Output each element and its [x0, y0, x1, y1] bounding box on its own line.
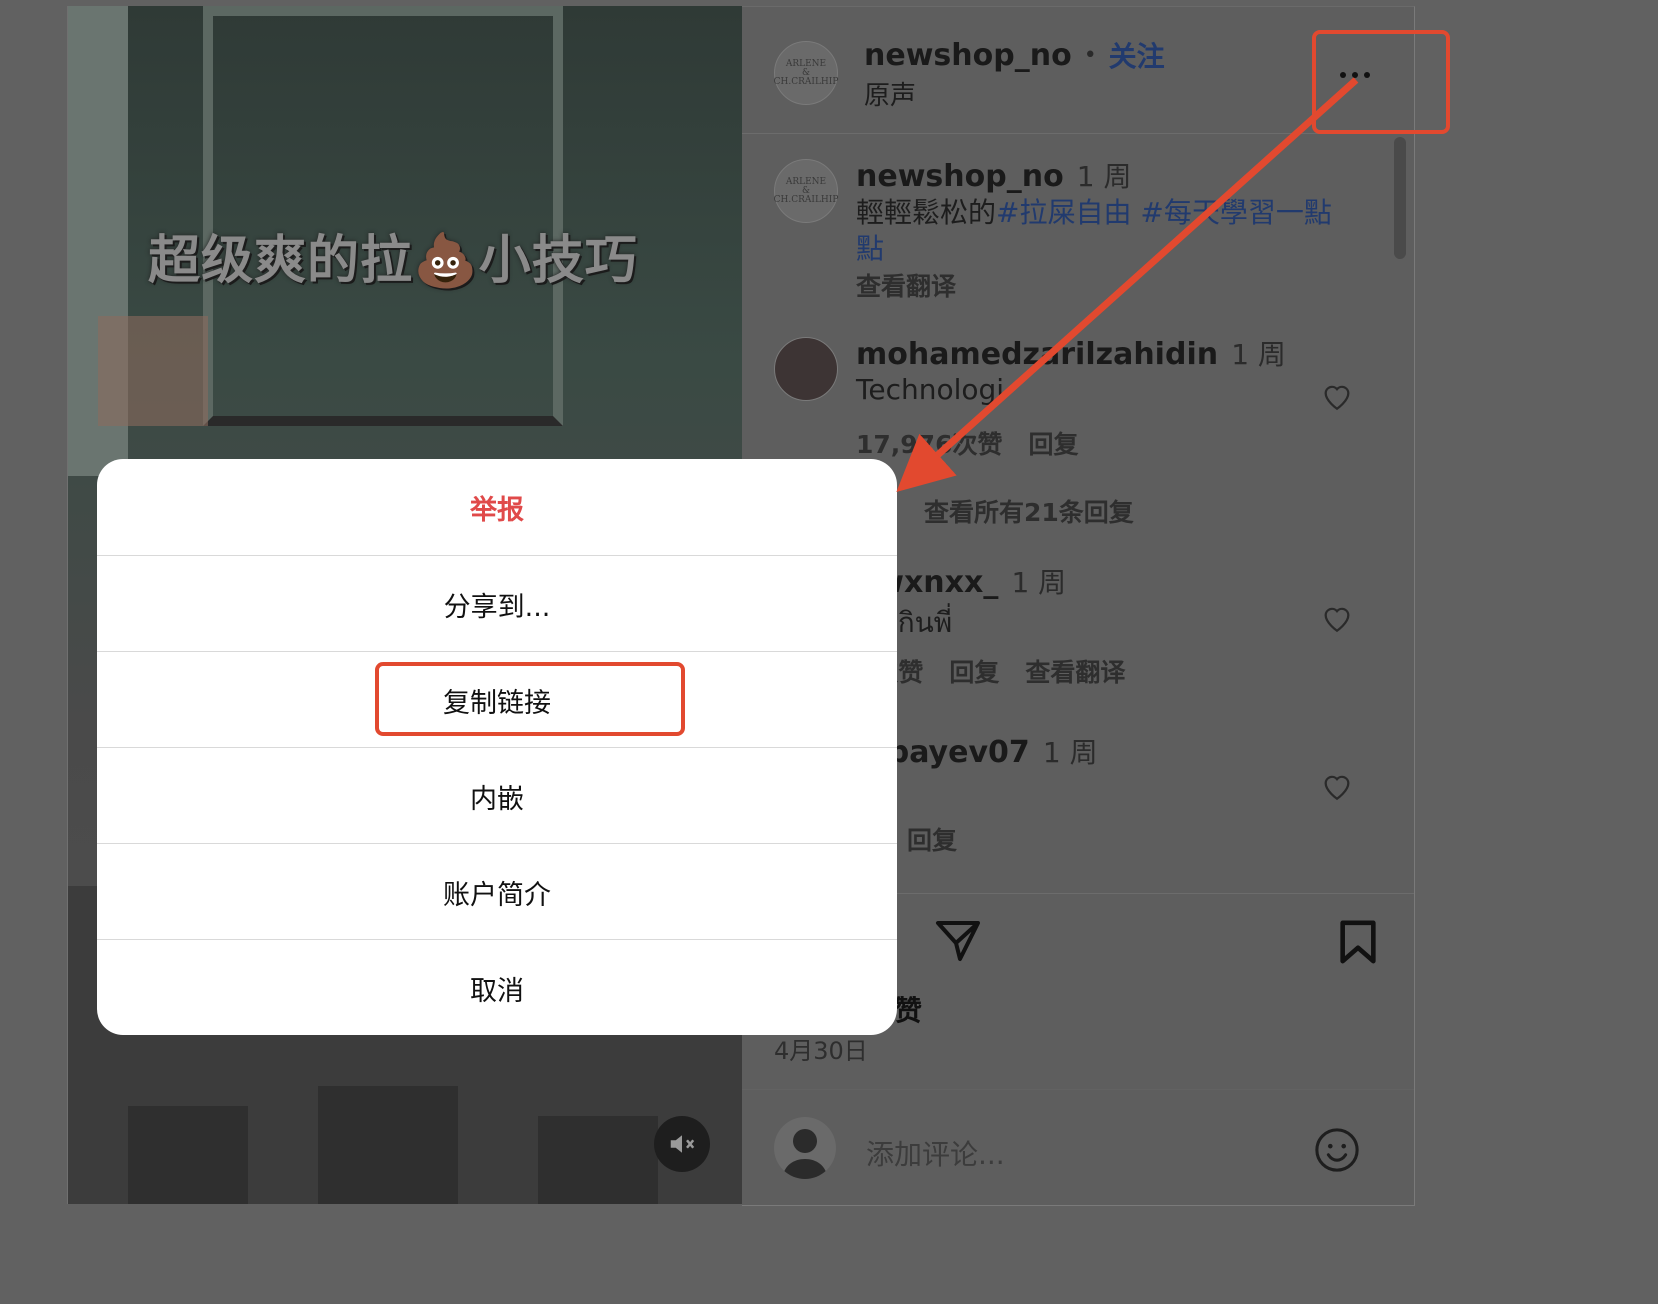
floor-tile [538, 1116, 658, 1204]
avatar[interactable]: ARLENE & CH.CRAILHIP [774, 159, 838, 223]
likes-count[interactable]: 赞 [894, 989, 922, 1029]
floor-tile [128, 1106, 248, 1204]
send-icon[interactable] [934, 919, 982, 963]
caption-text: 輕輕鬆松的#拉屎自由 #每天學習一點 點 [856, 195, 1376, 267]
comment-translate[interactable]: 查看翻译 [1025, 653, 1125, 689]
view-replies[interactable]: 查看所有21条回复 [924, 493, 1134, 529]
cancel-button[interactable]: 取消 [97, 939, 897, 1035]
heart-icon[interactable] [1320, 379, 1354, 413]
header-username[interactable]: newshop_no [864, 38, 1072, 73]
comment-header: mohamedzarilzahidin 1 周 [856, 333, 1286, 373]
header-divider [742, 133, 1414, 134]
comment-time: 1 周 [1011, 566, 1067, 599]
caption-header: newshop_no 1 周 [856, 155, 1132, 195]
heart-icon[interactable] [1320, 601, 1354, 635]
audio-label[interactable]: 原声 [864, 75, 916, 112]
caption-hashtags-cont[interactable]: 點 [856, 232, 884, 265]
emoji-icon[interactable] [1314, 1127, 1360, 1173]
mute-button[interactable] [654, 1116, 710, 1172]
comment-username[interactable]: mohamedzarilzahidin [856, 337, 1218, 372]
bookmark-icon[interactable] [1338, 919, 1378, 965]
separator-dot: • [1083, 42, 1097, 68]
reply-button[interactable]: 回复 [1028, 425, 1078, 461]
comment-time: 1 周 [1042, 736, 1098, 769]
video-caption-overlay: 超级爽的拉💩小技巧 [148, 231, 638, 291]
embed-button[interactable]: 内嵌 [97, 747, 897, 844]
speaker-muted-icon [670, 1135, 695, 1153]
avatar[interactable]: ARLENE & CH.CRAILHIP [774, 41, 838, 105]
heart-icon[interactable] [1320, 769, 1354, 803]
post-header: newshop_no • 关注 [864, 35, 1165, 75]
caption-time: 1 周 [1076, 160, 1132, 193]
share-to-button[interactable]: 分享到... [97, 555, 897, 652]
user-avatar-icon [782, 1129, 828, 1179]
post-date: 4月30日 [774, 1037, 868, 1065]
tissue-box [98, 316, 208, 426]
annotation-box-more [1312, 30, 1450, 134]
account-info-button[interactable]: 账户简介 [97, 843, 897, 940]
caption-translate[interactable]: 查看翻译 [856, 267, 956, 303]
follow-button[interactable]: 关注 [1109, 35, 1165, 75]
scrollbar[interactable] [1394, 137, 1406, 259]
comment-text: Technologi [856, 373, 1005, 406]
window-frame [203, 6, 563, 426]
options-dialog: 举报 分享到... 复制链接 内嵌 账户简介 取消 [97, 459, 897, 1035]
caption-username[interactable]: newshop_no [856, 159, 1064, 194]
comment-actions: 17,976次赞 回复 [856, 425, 1079, 461]
caption-prefix: 輕輕鬆松的 [856, 196, 997, 229]
floor-tile [318, 1086, 458, 1204]
reply-button[interactable]: 回复 [949, 653, 999, 689]
annotation-box-copy-link [375, 662, 685, 736]
avatar[interactable] [774, 337, 838, 401]
comment-likes[interactable]: 17,976次赞 [856, 425, 1002, 461]
add-comment-input[interactable]: 添加评论... [866, 1133, 1005, 1173]
report-button[interactable]: 举报 [97, 459, 897, 555]
caption-hashtags[interactable]: #拉屎自由 #每天學習一點 [996, 196, 1332, 229]
reply-button[interactable]: 回复 [907, 821, 957, 857]
avatar [774, 1117, 836, 1179]
comment-time: 1 周 [1231, 338, 1286, 371]
comment-divider [742, 1089, 1414, 1090]
